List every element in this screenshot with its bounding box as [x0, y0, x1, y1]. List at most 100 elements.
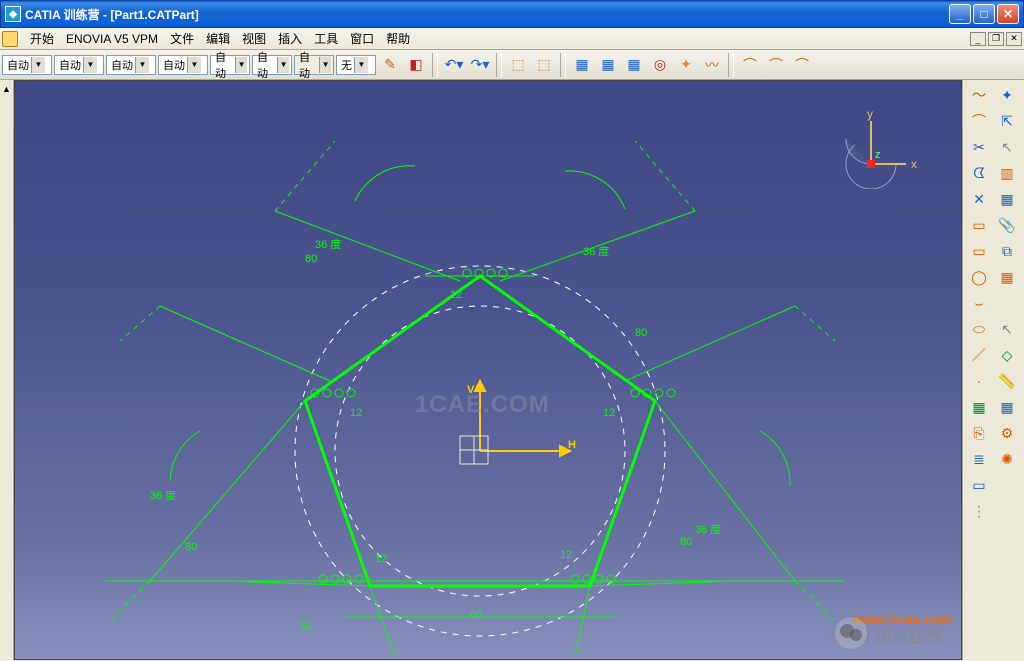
more-icon[interactable]: ⋮ — [965, 498, 993, 524]
iso-view-icon[interactable]: ⬚ — [506, 53, 530, 77]
dim-angle-bl: 36 度 — [150, 487, 176, 503]
arc2-icon[interactable]: ⌒ — [764, 53, 788, 77]
view-compass[interactable]: x y z — [831, 109, 911, 189]
paint-icon[interactable]: ✎ — [378, 53, 402, 77]
menu-start[interactable]: 开始 — [24, 28, 60, 49]
circle-tool-icon[interactable]: ◯ — [965, 264, 993, 290]
dim-br: 12 — [560, 549, 572, 561]
pointer-icon[interactable]: ↖ — [993, 134, 1021, 160]
arc1-icon[interactable]: ⌒ — [738, 53, 762, 77]
line-tool-icon[interactable]: ／ — [965, 342, 993, 368]
dim-len-bl2: 80 — [300, 621, 312, 633]
combo-1[interactable]: 自动▼ — [2, 55, 52, 75]
app-icon: ◆ — [5, 6, 21, 22]
menu-window[interactable]: 窗口 — [344, 28, 380, 49]
document-icon — [2, 31, 18, 47]
fit-all-icon[interactable]: ⬚ — [532, 53, 556, 77]
corner-icon[interactable]: ✂ — [965, 134, 993, 160]
menu-file[interactable]: 文件 — [164, 28, 200, 49]
sym-icon[interactable]: ⧉ — [993, 238, 1021, 264]
wechat-icon — [833, 615, 869, 651]
watermark-text: 1CAE.COM — [415, 391, 550, 419]
spline-icon[interactable]: 〜 — [965, 82, 993, 108]
burst-icon[interactable]: ✺ — [993, 446, 1021, 472]
const2-icon[interactable]: ▦ — [993, 394, 1021, 420]
arc3-icon[interactable]: ⌒ — [790, 53, 814, 77]
dim-len-tl: 80 — [305, 253, 317, 265]
const1-icon[interactable]: ▦ — [965, 394, 993, 420]
left-ruler: ▲ — [0, 80, 14, 660]
mark-icon[interactable]: ◇ — [993, 342, 1021, 368]
profile-icon[interactable]: 〰 — [700, 53, 724, 77]
menu-help[interactable]: 帮助 — [380, 28, 416, 49]
combo-6[interactable]: 自动▼ — [252, 55, 292, 75]
paste-icon[interactable]: ✦ — [993, 82, 1021, 108]
grid2-icon[interactable]: ▦ — [596, 53, 620, 77]
target-icon[interactable]: ◎ — [648, 53, 672, 77]
dim-len-l: 80 — [185, 541, 197, 553]
menu-tools[interactable]: 工具 — [308, 28, 344, 49]
redo-button[interactable]: ↷▾ — [468, 53, 492, 77]
swatch-icon[interactable]: ◧ — [404, 53, 428, 77]
dim-bl: 12 — [375, 553, 387, 565]
mdi-restore-button[interactable]: ❐ — [988, 32, 1004, 46]
dim-top: 12 — [450, 289, 462, 301]
clip-icon[interactable]: 📎 — [993, 212, 1021, 238]
compass-x: x — [911, 157, 917, 171]
combo-3[interactable]: 自动▼ — [106, 55, 156, 75]
close-button[interactable]: ✕ — [997, 4, 1019, 24]
combo-7[interactable]: 自动▼ — [294, 55, 334, 75]
tune-icon[interactable]: ▦ — [993, 264, 1021, 290]
menu-view[interactable]: 视图 — [236, 28, 272, 49]
mirror-icon[interactable]: ᗧ — [965, 160, 993, 186]
axis-h-label: H — [568, 439, 576, 451]
grid1-icon[interactable]: ▦ — [570, 53, 594, 77]
dim-ml: 12 — [350, 407, 362, 419]
rect-icon[interactable]: ▭ — [965, 212, 993, 238]
combo-4[interactable]: 自动▼ — [158, 55, 208, 75]
combo-2[interactable]: 自动▼ — [54, 55, 104, 75]
folder-icon[interactable]: ▭ — [965, 472, 993, 498]
compass-z: z — [875, 149, 881, 161]
menu-edit[interactable]: 编辑 — [200, 28, 236, 49]
undo-button[interactable]: ↶▾ — [442, 53, 466, 77]
lines-icon[interactable]: ≣ — [965, 446, 993, 472]
arc-tool-icon[interactable]: ⌒ — [965, 108, 993, 134]
conic-icon[interactable]: ⌣ — [965, 290, 993, 316]
minimize-button[interactable]: _ — [949, 4, 971, 24]
axis-icon[interactable]: ✕ — [965, 186, 993, 212]
window-titlebar: ◆ CATIA 训练营 - [Part1.CATPart] _ □ ✕ — [0, 0, 1024, 28]
scroll-up-icon[interactable]: ▲ — [2, 84, 11, 94]
menu-enovia[interactable]: ENOVIA V5 VPM — [60, 30, 164, 48]
cursor2-icon[interactable]: ↖ — [993, 316, 1021, 342]
dim-bot: 60 — [470, 609, 482, 621]
exit-icon[interactable]: ⎘ — [965, 420, 993, 446]
ellipse-icon[interactable]: ⬭ — [965, 316, 993, 342]
dim-angle-tl: 36 度 — [315, 236, 341, 252]
right-toolbars: 〜 ⌒ ✂ ᗧ ✕ ▭ ▭ ◯ ⌣ ⬭ ／ · ▦ ⎘ ≣ ▭ ⋮ ✦ ⇱ — [962, 80, 1024, 660]
main-area: ▲ — [0, 80, 1024, 660]
combo-5[interactable]: 自动▼ — [210, 55, 250, 75]
hex-icon[interactable]: ▭ — [965, 238, 993, 264]
dim-mr: 12 — [603, 407, 615, 419]
meas-icon[interactable]: 📏 — [993, 368, 1021, 394]
dim-len-tr: 80 — [635, 327, 647, 339]
combo-8[interactable]: 无▼ — [336, 55, 376, 75]
viewport-3d[interactable]: 36 度 80 36 度 80 36 度 80 36 度 80 36 度 80 … — [14, 80, 962, 660]
gear-icon[interactable]: ⚙ — [993, 420, 1021, 446]
trim-icon[interactable]: ▦ — [993, 186, 1021, 212]
grid3-icon[interactable]: ▦ — [622, 53, 646, 77]
menu-insert[interactable]: 插入 — [272, 28, 308, 49]
offset-icon[interactable]: ▥ — [993, 160, 1021, 186]
mdi-minimize-button[interactable]: _ — [970, 32, 986, 46]
compass-y: y — [867, 107, 873, 121]
window-title: CATIA 训练营 - [Part1.CATPart] — [25, 6, 199, 23]
point-tool-icon[interactable]: · — [965, 368, 993, 394]
mdi-close-button[interactable]: ✕ — [1006, 32, 1022, 46]
export-icon[interactable]: ⇱ — [993, 108, 1021, 134]
constraint-icon[interactable]: ✦ — [674, 53, 698, 77]
maximize-button[interactable]: □ — [973, 4, 995, 24]
dim-angle-br: 36 度 — [695, 521, 721, 537]
menu-bar: 开始 ENOVIA V5 VPM 文件 编辑 视图 插入 工具 窗口 帮助 _ … — [0, 28, 1024, 50]
blank-icon — [993, 290, 1021, 316]
